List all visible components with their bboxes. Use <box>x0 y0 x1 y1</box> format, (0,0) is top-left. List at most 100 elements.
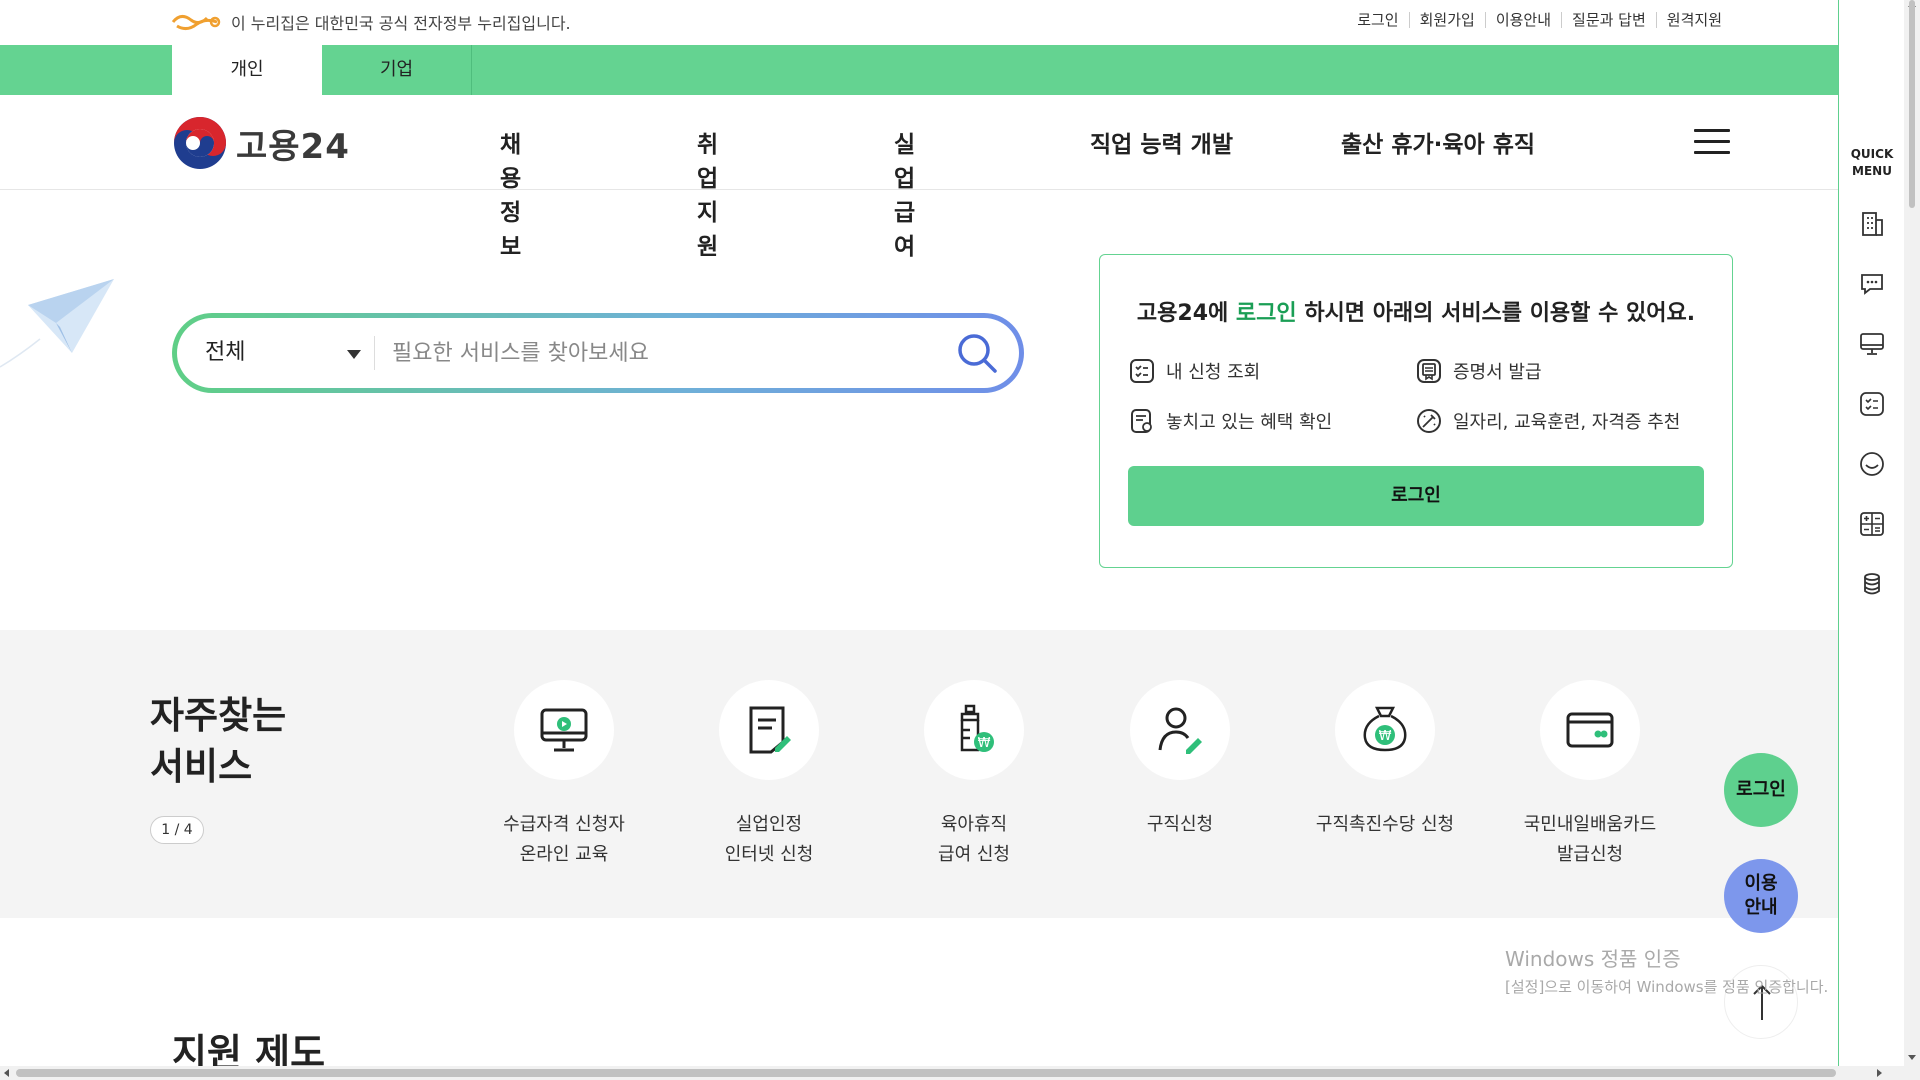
service-icon-circle <box>1130 680 1230 780</box>
feature-my-applications: 내 신청 조회 <box>1128 357 1260 385</box>
certificate-icon <box>1417 359 1441 383</box>
user-type-tabs: 개인 기업 <box>0 45 1838 95</box>
floating-guide-button[interactable]: 이용 안내 <box>1724 859 1798 933</box>
service-label: 실업인정 인터넷 신청 <box>724 814 814 865</box>
calculator-icon[interactable] <box>1858 510 1886 538</box>
svg-text:₩: ₩ <box>1379 729 1392 744</box>
login-promo-title: 고용24에 로그인 하시면 아래의 서비스를 이용할 수 있어요. <box>1100 295 1732 327</box>
section-title: 자주찾는 서비스 <box>150 690 286 792</box>
login-title-prefix: 고용24에 <box>1136 301 1236 326</box>
scroll-left-arrow-icon[interactable] <box>4 1069 9 1077</box>
document-search-icon <box>1131 409 1152 433</box>
chevron-down-icon[interactable] <box>347 350 361 359</box>
service-label: 국민내일배움카드 발급신청 <box>1523 814 1657 865</box>
checklist-icon <box>1130 359 1154 383</box>
carousel-pager: 1 / 4 <box>150 816 204 844</box>
gov-notice: 이 누리집은 대한민국 공식 전자정부 누리집입니다. <box>171 10 571 34</box>
monitor-icon[interactable] <box>1858 330 1886 358</box>
frequent-services: 자주찾는 서비스 1 / 4 수급자격 신청자 온라인 교육 실업인정 인터넷 … <box>0 630 1838 918</box>
search-input[interactable] <box>392 330 952 376</box>
menu-icon[interactable] <box>1694 129 1730 155</box>
taegeuk-logo-icon <box>174 117 226 169</box>
vertical-scroll-thumb[interactable] <box>1909 0 1915 208</box>
floating-login-button[interactable]: 로그인 <box>1724 753 1798 827</box>
vertical-scrollbar[interactable] <box>1904 0 1920 1080</box>
nav-unemployment-benefit[interactable]: 실업급여 <box>894 125 915 261</box>
utility-links: 로그인 회원가입 이용안내 질문과 답변 원격지원 <box>1347 12 1732 28</box>
horizontal-scroll-thumb[interactable] <box>16 1069 1836 1077</box>
search-icon[interactable] <box>955 331 999 375</box>
service-job-promotion-allowance[interactable]: ₩ 구직촉진수당 신청 <box>1290 680 1480 840</box>
guide-line2: 안내 <box>1744 897 1778 918</box>
service-icon-circle <box>1540 680 1640 780</box>
watermark-line2: [설정]으로 이동하여 Windows를 정품 인증합니다. <box>1505 978 1829 996</box>
nav-jobs[interactable]: 채용정보 <box>500 125 521 261</box>
login-promo-box: 고용24에 로그인 하시면 아래의 서비스를 이용할 수 있어요. 내 신청 조… <box>1099 254 1733 568</box>
brand-logo[interactable]: 고용24 <box>172 115 350 171</box>
magic-wand-icon <box>1417 409 1441 433</box>
checklist-icon[interactable] <box>1858 390 1886 418</box>
util-signup-link[interactable]: 회원가입 <box>1408 12 1485 28</box>
guide-line1: 이용 <box>1744 873 1778 894</box>
util-remote-link[interactable]: 원격지원 <box>1655 12 1732 28</box>
person-edit-icon <box>1158 707 1202 754</box>
watermark-line1: Windows 정품 인증 <box>1505 947 1681 971</box>
service-icon-circle: ₩ <box>1335 680 1435 780</box>
nav-vocational-training[interactable]: 직업 능력 개발 <box>1090 125 1233 159</box>
coins-icon[interactable] <box>1858 570 1886 598</box>
login-title-suffix: 하시면 아래의 서비스를 이용할 수 있어요. <box>1296 301 1696 326</box>
search-inner: 전체 <box>177 318 1019 388</box>
tab-company[interactable]: 기업 <box>322 45 472 95</box>
service-parental-leave-pay[interactable]: ₩ 육아휴직 급여 신청 <box>879 680 1069 870</box>
gov-notice-text: 이 누리집은 대한민국 공식 전자정부 누리집입니다. <box>231 14 571 33</box>
util-login-link[interactable]: 로그인 <box>1347 12 1408 28</box>
chat-icon[interactable] <box>1858 270 1886 298</box>
feature-certificate: 증명서 발급 <box>1415 357 1542 385</box>
monitor-play-icon <box>540 708 588 752</box>
feature-label: 내 신청 조회 <box>1166 362 1261 383</box>
feature-label: 일자리, 교육훈련, 자격증 추천 <box>1453 412 1681 433</box>
service-icon-circle <box>514 680 614 780</box>
feature-recommendations: 일자리, 교육훈련, 자격증 추천 <box>1415 407 1680 435</box>
document-edit-icon <box>749 706 791 754</box>
login-title-highlight: 로그인 <box>1235 301 1297 326</box>
service-label: 수급자격 신청자 온라인 교육 <box>503 814 625 865</box>
quick-menu-title-line2: MENU <box>1852 164 1892 178</box>
horizontal-scrollbar[interactable] <box>0 1066 1904 1080</box>
quick-menu-title-line1: QUICK <box>1850 147 1894 161</box>
windows-activation-watermark: Windows 정품 인증 [설정]으로 이동하여 Windows를 정품 인증… <box>1505 943 1828 997</box>
feature-missed-benefits: 놓치고 있는 혜택 확인 <box>1128 407 1332 435</box>
scroll-right-arrow-icon[interactable] <box>1877 1069 1882 1077</box>
baby-bottle-won-icon: ₩ <box>960 704 994 752</box>
service-learning-card[interactable]: 국민내일배움카드 발급신청 <box>1495 680 1685 870</box>
section-title-line1: 자주찾는 <box>150 694 287 737</box>
brand-name: 고용24 <box>236 126 350 167</box>
search-category-select[interactable]: 전체 <box>205 318 365 388</box>
service-job-application[interactable]: 구직신청 <box>1085 680 1275 840</box>
scroll-down-arrow-icon[interactable] <box>1908 1055 1916 1060</box>
svg-text:₩: ₩ <box>978 736 991 751</box>
section-title-line2: 서비스 <box>150 745 253 788</box>
card-icon <box>1566 712 1614 748</box>
util-qna-link[interactable]: 질문과 답변 <box>1561 12 1656 28</box>
search-bar: 전체 <box>172 313 1024 393</box>
feature-label: 놓치고 있는 혜택 확인 <box>1166 412 1333 433</box>
service-online-education[interactable]: 수급자격 신청자 온라인 교육 <box>469 680 659 870</box>
quick-menu-title: QUICK MENU <box>1839 146 1905 180</box>
building-icon[interactable] <box>1858 210 1886 238</box>
service-label: 육아휴직 급여 신청 <box>938 814 1010 865</box>
quick-menu: QUICK MENU <box>1838 0 1904 1066</box>
search-divider <box>374 336 375 370</box>
tab-personal[interactable]: 개인 <box>172 45 322 95</box>
login-button[interactable]: 로그인 <box>1128 466 1704 526</box>
nav-employment-support[interactable]: 취업지원 <box>697 125 718 261</box>
service-icon-circle: ₩ <box>924 680 1024 780</box>
util-guide-link[interactable]: 이용안내 <box>1484 12 1561 28</box>
service-label: 구직신청 <box>1146 814 1214 835</box>
main-header: 고용24 채용정보 취업지원 실업급여 직업 능력 개발 출산 휴가·육아 휴직 <box>0 95 1838 260</box>
nav-parental-leave[interactable]: 출산 휴가·육아 휴직 <box>1341 125 1535 159</box>
smile-icon[interactable] <box>1858 450 1886 478</box>
service-label: 구직촉진수당 신청 <box>1315 814 1455 835</box>
service-unemployment-cert[interactable]: 실업인정 인터넷 신청 <box>674 680 864 870</box>
paper-plane-icon <box>0 279 114 368</box>
